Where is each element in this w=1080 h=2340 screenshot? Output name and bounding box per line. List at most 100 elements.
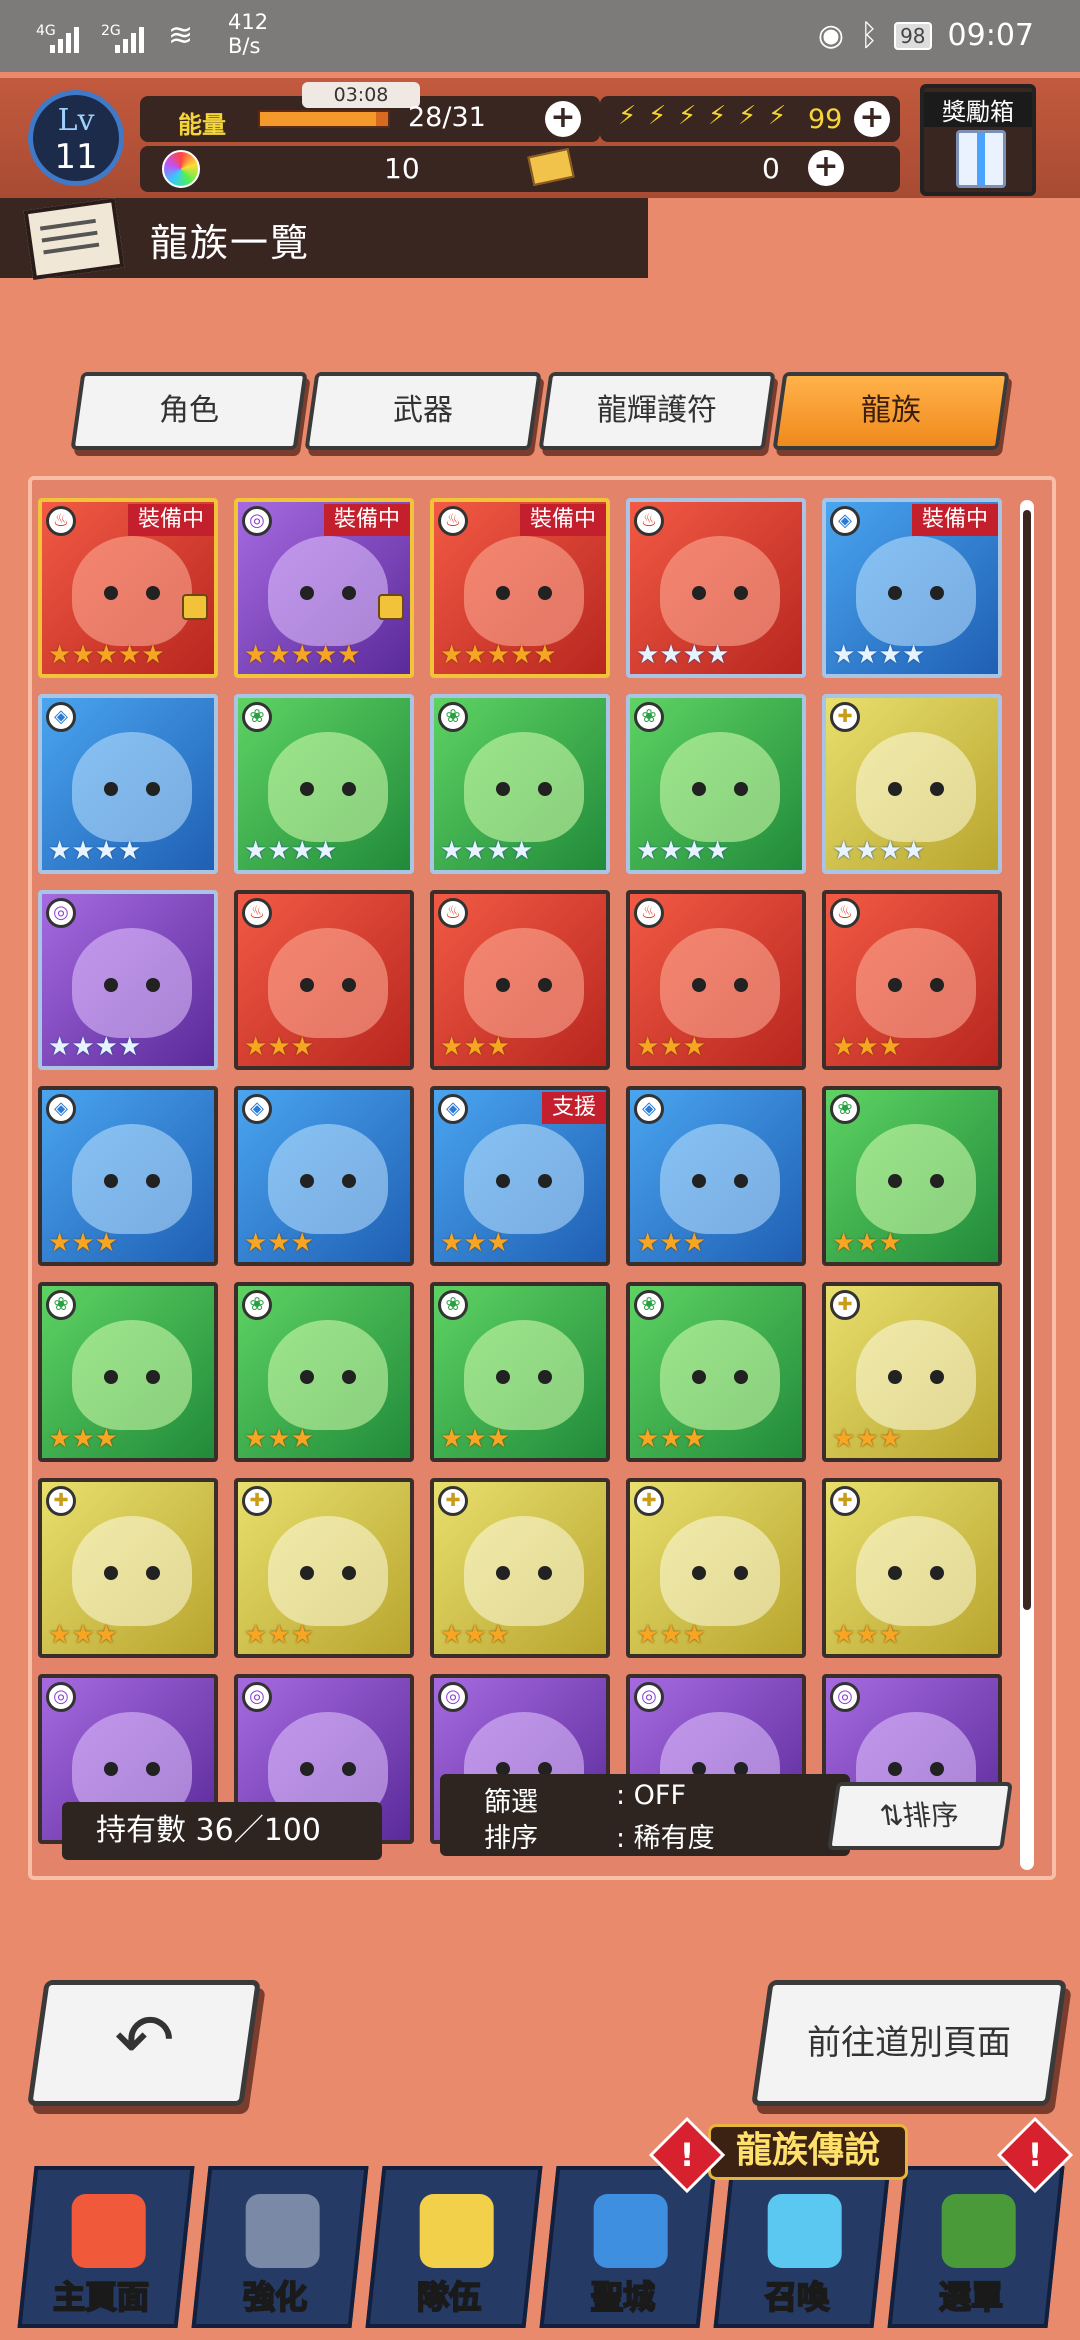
dragon-card[interactable]: ◈ 裝備中 ★ ★ ★ ★: [822, 498, 1002, 678]
star-icon: ★: [509, 640, 533, 670]
dragon-card[interactable]: ✚ ★ ★ ★: [626, 1478, 806, 1658]
eye-icon: ◉: [817, 18, 845, 53]
nav-item[interactable]: 召喚: [713, 2166, 891, 2328]
dragon-card[interactable]: ✚ ★ ★ ★ ★: [822, 694, 1002, 874]
dragon-card[interactable]: ◈ ★ ★ ★: [626, 1086, 806, 1266]
sort-button[interactable]: ⇅ 排序: [827, 1782, 1013, 1850]
star-icon: ★: [71, 836, 94, 866]
reward-box-button[interactable]: 獎勵箱: [920, 84, 1036, 196]
status-badge: 裝備中: [911, 504, 998, 536]
rarity-stars: ★ ★ ★: [636, 1228, 706, 1258]
star-icon: ★: [659, 1228, 682, 1258]
star-icon: ★: [94, 1620, 118, 1650]
nav-icon: [71, 2194, 146, 2268]
star-icon: ★: [71, 1620, 94, 1650]
rarity-stars: ★ ★ ★: [636, 1620, 706, 1650]
wind-element-icon: ❀: [438, 702, 468, 732]
nav-item[interactable]: 強化: [191, 2166, 369, 2328]
dragon-card[interactable]: ◎ 裝備中 ★ ★ ★ ★ ★: [234, 498, 414, 678]
star-icon: ★: [290, 1424, 314, 1454]
nav-item[interactable]: 選單: [887, 2166, 1065, 2328]
dragon-card[interactable]: ◈ ★ ★ ★: [38, 1086, 218, 1266]
back-button[interactable]: ↶: [27, 1980, 261, 2106]
dragon-card[interactable]: ♨ ★ ★ ★ ★: [626, 498, 806, 678]
dark-element-icon: ◎: [46, 898, 76, 928]
nav-icon: [767, 2194, 842, 2268]
dragon-card[interactable]: ❀ ★ ★ ★: [38, 1282, 218, 1462]
scroll-thumb[interactable]: [1023, 510, 1031, 1610]
sort-label: 排序: [484, 1823, 538, 1854]
tab-weapon[interactable]: 武器: [304, 372, 542, 450]
star-icon: ★: [659, 1424, 682, 1454]
star-icon: ★: [267, 640, 290, 670]
star-icon: ★: [94, 1228, 118, 1258]
nav-icon: [941, 2194, 1016, 2268]
nav-item[interactable]: 聖城: [539, 2166, 717, 2328]
signal-icon: 4G: [36, 23, 79, 53]
star-icon: ★: [901, 640, 925, 670]
star-icon: ★: [659, 1620, 682, 1650]
tab-character[interactable]: 角色: [70, 372, 308, 450]
star-icon: ★: [290, 640, 314, 670]
star-icon: ★: [832, 1228, 855, 1258]
scrollbar[interactable]: [1020, 500, 1034, 1870]
clock: 09:07: [947, 18, 1034, 53]
dragon-card[interactable]: ◎ ★ ★ ★ ★: [38, 890, 218, 1070]
dragon-card[interactable]: ❀ ★ ★ ★: [626, 1282, 806, 1462]
rarity-stars: ★ ★ ★: [244, 1424, 314, 1454]
status-badge: 支援: [541, 1092, 606, 1124]
dragon-card[interactable]: ❀ ★ ★ ★: [430, 1282, 610, 1462]
add-ticket-button[interactable]: +: [808, 150, 844, 186]
dragon-card[interactable]: ✚ ★ ★ ★: [822, 1478, 1002, 1658]
add-energy-button[interactable]: +: [545, 101, 581, 137]
lock-icon: [182, 594, 208, 620]
star-icon: ★: [244, 1032, 267, 1062]
dragon-card[interactable]: ❀ ★ ★ ★: [822, 1086, 1002, 1266]
nav-item[interactable]: 主頁面: [17, 2166, 195, 2328]
dragon-card[interactable]: ♨ 裝備中 ★ ★ ★ ★ ★: [38, 498, 218, 678]
dragon-card[interactable]: ♨ ★ ★ ★: [430, 890, 610, 1070]
star-icon: ★: [94, 640, 118, 670]
dragon-card[interactable]: ❀ ★ ★ ★ ★: [430, 694, 610, 874]
dragon-card[interactable]: ✚ ★ ★ ★: [38, 1478, 218, 1658]
dragon-card[interactable]: ♨ ★ ★ ★: [822, 890, 1002, 1070]
go-page-button[interactable]: 前往道別頁面: [751, 1980, 1067, 2106]
add-bolt-button[interactable]: +: [854, 101, 890, 137]
dragon-card[interactable]: ❀ ★ ★ ★: [234, 1282, 414, 1462]
star-icon: ★: [832, 1424, 855, 1454]
player-level-badge[interactable]: Lv 11: [28, 90, 124, 186]
dragon-card[interactable]: ♨ ★ ★ ★: [626, 890, 806, 1070]
water-element-icon: ◈: [46, 702, 76, 732]
dragon-card[interactable]: ✚ ★ ★ ★: [430, 1478, 610, 1658]
fire-element-icon: ♨: [242, 898, 272, 928]
dragon-card[interactable]: ♨ ★ ★ ★: [234, 890, 414, 1070]
dragon-card[interactable]: ✚ ★ ★ ★: [822, 1282, 1002, 1462]
star-icon: ★: [878, 1424, 902, 1454]
star-icon: ★: [267, 1620, 290, 1650]
star-icon: ★: [267, 1032, 290, 1062]
status-bar: 4G 2G ≋ 412 B/s ◉ ᛒ 98 09:07: [0, 0, 1080, 72]
wind-element-icon: ❀: [242, 702, 272, 732]
tab-amulet[interactable]: 龍輝護符: [538, 372, 776, 450]
star-icon: ★: [290, 1620, 314, 1650]
energy-label: 能量: [178, 111, 226, 139]
tab-dragon[interactable]: 龍族: [772, 372, 1010, 450]
dark-element-icon: ◎: [438, 1682, 468, 1712]
star-icon: ★: [71, 1424, 94, 1454]
signal-group: 4G 2G ≋: [36, 18, 194, 53]
dragon-card[interactable]: ◈ ★ ★ ★: [234, 1086, 414, 1266]
dragon-legend-banner[interactable]: 龍族傳說: [708, 2124, 908, 2180]
dragon-card[interactable]: ❀ ★ ★ ★ ★: [626, 694, 806, 874]
star-icon: ★: [533, 640, 556, 670]
star-icon: ★: [48, 640, 71, 670]
nav-item[interactable]: 隊伍: [365, 2166, 543, 2328]
wifi-icon: ≋: [168, 18, 194, 53]
dragon-card[interactable]: ◈ 支援 ★ ★ ★: [430, 1086, 610, 1266]
dragon-card[interactable]: ♨ 裝備中 ★ ★ ★ ★ ★: [430, 498, 610, 678]
star-icon: ★: [94, 836, 118, 866]
status-badge: 裝備中: [127, 504, 214, 536]
rarity-stars: ★ ★ ★: [832, 1034, 902, 1060]
dragon-card[interactable]: ❀ ★ ★ ★ ★: [234, 694, 414, 874]
dragon-card[interactable]: ✚ ★ ★ ★: [234, 1478, 414, 1658]
dragon-card[interactable]: ◈ ★ ★ ★ ★: [38, 694, 218, 874]
